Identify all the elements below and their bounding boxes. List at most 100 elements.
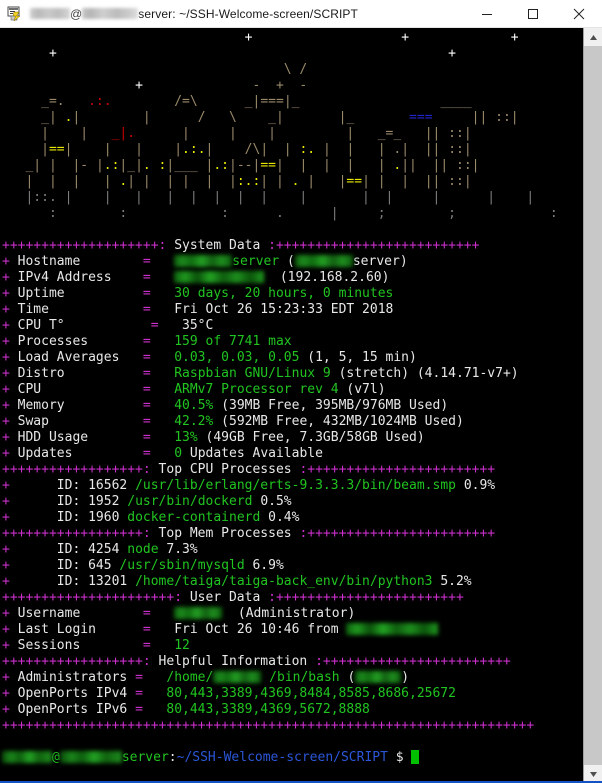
mem-proc-1-id-label: ID: bbox=[56, 558, 81, 573]
label-openports-ipv4: OpenPorts IPv4 bbox=[17, 686, 128, 701]
window-title-text: server: ~/SSH-Welcome-screen/SCRIPT bbox=[138, 6, 358, 21]
mem-proc-2-id-label: ID: bbox=[56, 574, 81, 589]
note-updates: Updates Available bbox=[189, 446, 323, 461]
value-hostname: server bbox=[232, 254, 280, 269]
prompt-at: @ bbox=[52, 750, 60, 765]
footer-rule: ++++++++++++++++++++++++++++++++++++++++… bbox=[2, 718, 535, 733]
close-button[interactable] bbox=[556, 0, 602, 28]
value-memory: 40.5% bbox=[174, 398, 214, 413]
prompt-path: ~/SSH-Welcome-screen/SCRIPT bbox=[176, 750, 388, 765]
window-title: @ server: ~/SSH-Welcome-screen/SCRIPT bbox=[30, 7, 358, 21]
section-title-user-data: User Data bbox=[189, 590, 261, 605]
label-cpu: CPU bbox=[17, 382, 42, 397]
redacted-prompt-user bbox=[2, 751, 52, 763]
redacted-admin-name bbox=[355, 671, 402, 683]
maximize-button[interactable] bbox=[510, 0, 556, 28]
label-administrators: Administrators bbox=[17, 670, 128, 685]
putty-icon bbox=[7, 6, 23, 22]
section-rule-system-data: ++++++++++++++++++++ bbox=[2, 238, 159, 253]
scrollbar-track[interactable] bbox=[584, 46, 602, 765]
window-controls bbox=[464, 0, 602, 28]
mem-proc-0-pct: 7.3% bbox=[166, 542, 198, 557]
redacted-hostname-value bbox=[174, 255, 233, 267]
window-titlebar[interactable]: @ server: ~/SSH-Welcome-screen/SCRIPT bbox=[0, 0, 602, 28]
value-cpu-temp: 35°C bbox=[182, 318, 214, 333]
note-load-averages: (1, 5, 15 min) bbox=[307, 350, 417, 365]
label-distro: Distro bbox=[17, 366, 65, 381]
mem-proc-2-pct: 5.2% bbox=[440, 574, 472, 589]
title-at-symbol: @ bbox=[70, 6, 83, 21]
scroll-up-arrow[interactable] bbox=[584, 28, 602, 46]
value-uptime: 30 days, 20 hours, 0 minutes bbox=[174, 286, 394, 301]
section-rule-top-mem: ++++++++++++++++++ bbox=[2, 526, 143, 541]
note-cpu: (v7l) bbox=[346, 382, 386, 397]
label-hdd-usage: HDD Usage bbox=[17, 430, 89, 445]
label-ipv4: IPv4 Address bbox=[17, 270, 112, 285]
cursor-block bbox=[411, 750, 420, 764]
value-hostname-fqdn: server bbox=[352, 254, 400, 269]
value-processes: 159 of 7741 max bbox=[174, 334, 292, 349]
section-title-top-cpu: Top CPU Processes bbox=[158, 462, 292, 477]
value-time: Fri Oct 26 15:23:33 EDT 2018 bbox=[174, 302, 394, 317]
cpu-proc-2-pid: 1960 bbox=[88, 510, 120, 525]
label-processes: Processes bbox=[17, 334, 89, 349]
terminal-screen[interactable]: + + + + + \ / + - + - _=. .:. /=\ _|===|… bbox=[0, 28, 583, 783]
mem-proc-1-pid: 645 bbox=[88, 558, 112, 573]
mem-proc-2-command: /home/taiga/taiga-back_env/bin/python3 bbox=[135, 574, 433, 589]
redacted-username bbox=[30, 7, 70, 19]
label-openports-ipv6: OpenPorts IPv6 bbox=[17, 702, 128, 717]
note-username: (Administrator) bbox=[237, 606, 356, 621]
section-title-system-data: System Data bbox=[174, 238, 261, 253]
redacted-username-value bbox=[174, 607, 223, 619]
label-cpu-temp: CPU T° bbox=[17, 318, 65, 333]
cpu-proc-0-pid: 16562 bbox=[88, 478, 128, 493]
label-swap: Swap bbox=[17, 414, 49, 429]
label-updates: Updates bbox=[17, 446, 73, 461]
cpu-proc-0-command: /usr/lib/erlang/erts-9.3.3.3/bin/beam.sm… bbox=[135, 478, 456, 493]
redacted-hostname-fqdn bbox=[294, 255, 353, 267]
section-rule-user-data: ++++++++++++++++++++++ bbox=[2, 590, 175, 605]
section-rule-top-cpu: ++++++++++++++++++ bbox=[2, 462, 143, 477]
label-memory: Memory bbox=[17, 398, 65, 413]
label-uptime: Uptime bbox=[17, 286, 65, 301]
value-updates: 0 bbox=[174, 446, 183, 461]
value-sessions: 12 bbox=[174, 638, 190, 653]
value-hdd-usage: 13% bbox=[174, 430, 198, 445]
note-memory: (39MB Free, 395MB/976MB Used) bbox=[221, 398, 449, 413]
label-load-averages: Load Averages bbox=[17, 350, 120, 365]
mem-proc-2-pid: 13201 bbox=[88, 574, 128, 589]
mem-proc-1-command: /usr/sbin/mysqld bbox=[119, 558, 245, 573]
redacted-last-login-ip bbox=[346, 623, 439, 635]
value-openports-ipv4: 80,443,3389,4369,8484,8585,8686,25672 bbox=[166, 686, 456, 701]
label-time: Time bbox=[17, 302, 49, 317]
vertical-scrollbar[interactable] bbox=[583, 28, 602, 783]
value-distro: Raspbian GNU/Linux 9 bbox=[174, 366, 331, 381]
terminal-output: + + + + + \ / + - + - _=. .:. /=\ _|===|… bbox=[2, 30, 558, 765]
redacted-admin-user bbox=[213, 671, 262, 683]
section-title-helpful-info: Helpful Information bbox=[158, 654, 308, 669]
mem-proc-0-command: node bbox=[127, 542, 159, 557]
redacted-prompt-host bbox=[59, 751, 122, 763]
value-cpu: ARMv7 Processor rev 4 bbox=[174, 382, 339, 397]
value-last-login: Fri Oct 26 10:46 from bbox=[174, 622, 339, 637]
cpu-proc-0-pct: 0.9% bbox=[463, 478, 496, 493]
value-load-averages: 0.03, 0.03, 0.05 bbox=[174, 350, 300, 365]
prompt-sigil: $ bbox=[395, 750, 404, 765]
label-last-login: Last Login bbox=[17, 622, 96, 637]
value-swap: 42.2% bbox=[174, 414, 214, 429]
value-admin-shell: /bin/bash bbox=[269, 670, 340, 685]
cpu-proc-2-id-label: ID: bbox=[56, 510, 81, 525]
ascii-art-skyline: + + + + + \ / + - + - _=. .:. /=\ _|===|… bbox=[25, 30, 558, 221]
redacted-hostname bbox=[82, 7, 139, 19]
label-username: Username bbox=[17, 606, 81, 621]
cpu-proc-1-pct: 0.5% bbox=[260, 494, 292, 509]
mem-proc-0-id-label: ID: bbox=[56, 542, 81, 557]
cpu-proc-0-id-label: ID: bbox=[56, 478, 81, 493]
minimize-button[interactable] bbox=[464, 0, 510, 28]
redacted-public-ip bbox=[174, 271, 265, 283]
cpu-proc-1-command: /usr/bin/dockerd bbox=[127, 494, 253, 509]
scroll-thumb[interactable] bbox=[584, 46, 602, 765]
prompt-host-suffix: server bbox=[121, 750, 169, 765]
section-title-top-mem: Top Mem Processes bbox=[158, 526, 292, 541]
prompt-colon: : bbox=[168, 750, 177, 765]
